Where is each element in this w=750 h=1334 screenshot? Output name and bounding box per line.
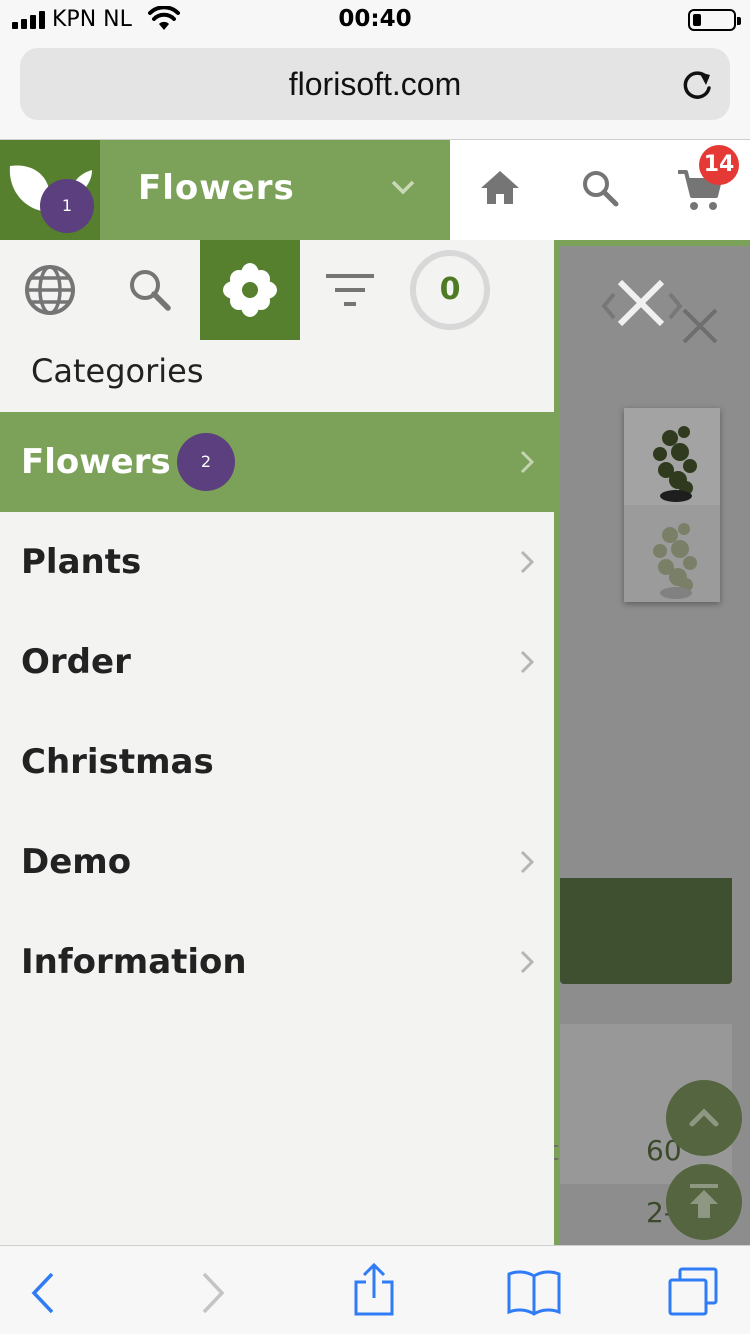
url-text[interactable]: florisoft.com [20,66,730,103]
back-icon[interactable] [28,1270,58,1320]
reload-icon[interactable] [680,66,714,106]
clock: 00:40 [338,6,412,32]
chevron-right-icon [520,450,535,478]
close-icon[interactable] [600,276,684,344]
address-bar[interactable]: florisoft.com [20,48,730,120]
close-icon-secondary[interactable] [680,306,720,350]
tab-categories[interactable] [200,240,300,340]
chevron-right-icon [520,850,535,878]
search-icon [130,270,171,311]
menu-item-label: Christmas [21,742,214,782]
tab-language[interactable] [0,240,100,340]
category-sidebar: 0 Categories Flowers 2 Plants Order Chri… [0,240,554,1245]
menu-item-christmas[interactable]: Christmas [0,712,554,812]
tour-step-badge-2: 2 [177,433,235,491]
forward-icon[interactable] [198,1270,228,1320]
tabs-icon[interactable] [666,1266,722,1322]
filter-icon [326,274,374,306]
sidebar-tab-row: 0 [0,240,554,340]
menu-item-order[interactable]: Order [0,612,554,712]
chevron-right-icon [520,550,535,578]
flower-icon [223,263,277,317]
background-action-button[interactable] [560,878,732,984]
status-bar: KPN NL 00:40 [0,0,750,40]
menu-item-demo[interactable]: Demo [0,812,554,912]
battery-icon [688,9,741,31]
chevron-right-icon [520,650,535,678]
chevron-down-icon [390,178,416,200]
scroll-top-icon [690,1184,718,1218]
category-dropdown[interactable]: Flowers [100,140,450,240]
selection-counter[interactable]: 0 [410,250,490,330]
menu-item-plants[interactable]: Plants [0,512,554,612]
tour-step-badge-1: 1 [40,179,94,233]
menu-item-label: Demo [21,842,132,882]
home-icon[interactable] [478,166,522,214]
category-menu: Flowers 2 Plants Order Christmas Demo In… [0,412,554,1012]
browser-toolbar [0,1245,750,1334]
site-header: 1 Flowers 14 [0,140,750,240]
menu-item-label: Information [21,942,247,982]
tab-search[interactable] [100,240,200,340]
chevron-up-icon [689,1108,719,1127]
scroll-up-button[interactable] [666,1080,742,1156]
search-icon[interactable] [578,166,622,214]
tab-filter[interactable] [300,240,400,340]
product-thumbnail[interactable] [624,408,720,602]
menu-item-label: Flowers [21,442,171,482]
cart-count-badge: 14 [699,145,739,185]
bookmarks-icon[interactable] [506,1268,562,1320]
globe-icon [25,265,75,315]
category-dropdown-label: Flowers [138,168,295,208]
section-title: Categories [31,352,204,390]
menu-item-label: Order [21,642,131,682]
share-icon[interactable] [352,1262,396,1322]
page-background-overlay[interactable]: t 60 2-3 [548,240,750,1245]
scroll-to-top-button[interactable] [666,1164,742,1240]
menu-item-label: Plants [21,542,142,582]
menu-item-information[interactable]: Information [0,912,554,1012]
menu-item-flowers[interactable]: Flowers 2 [0,412,554,512]
browser-address-area: florisoft.com [0,40,750,140]
chevron-right-icon [520,950,535,978]
